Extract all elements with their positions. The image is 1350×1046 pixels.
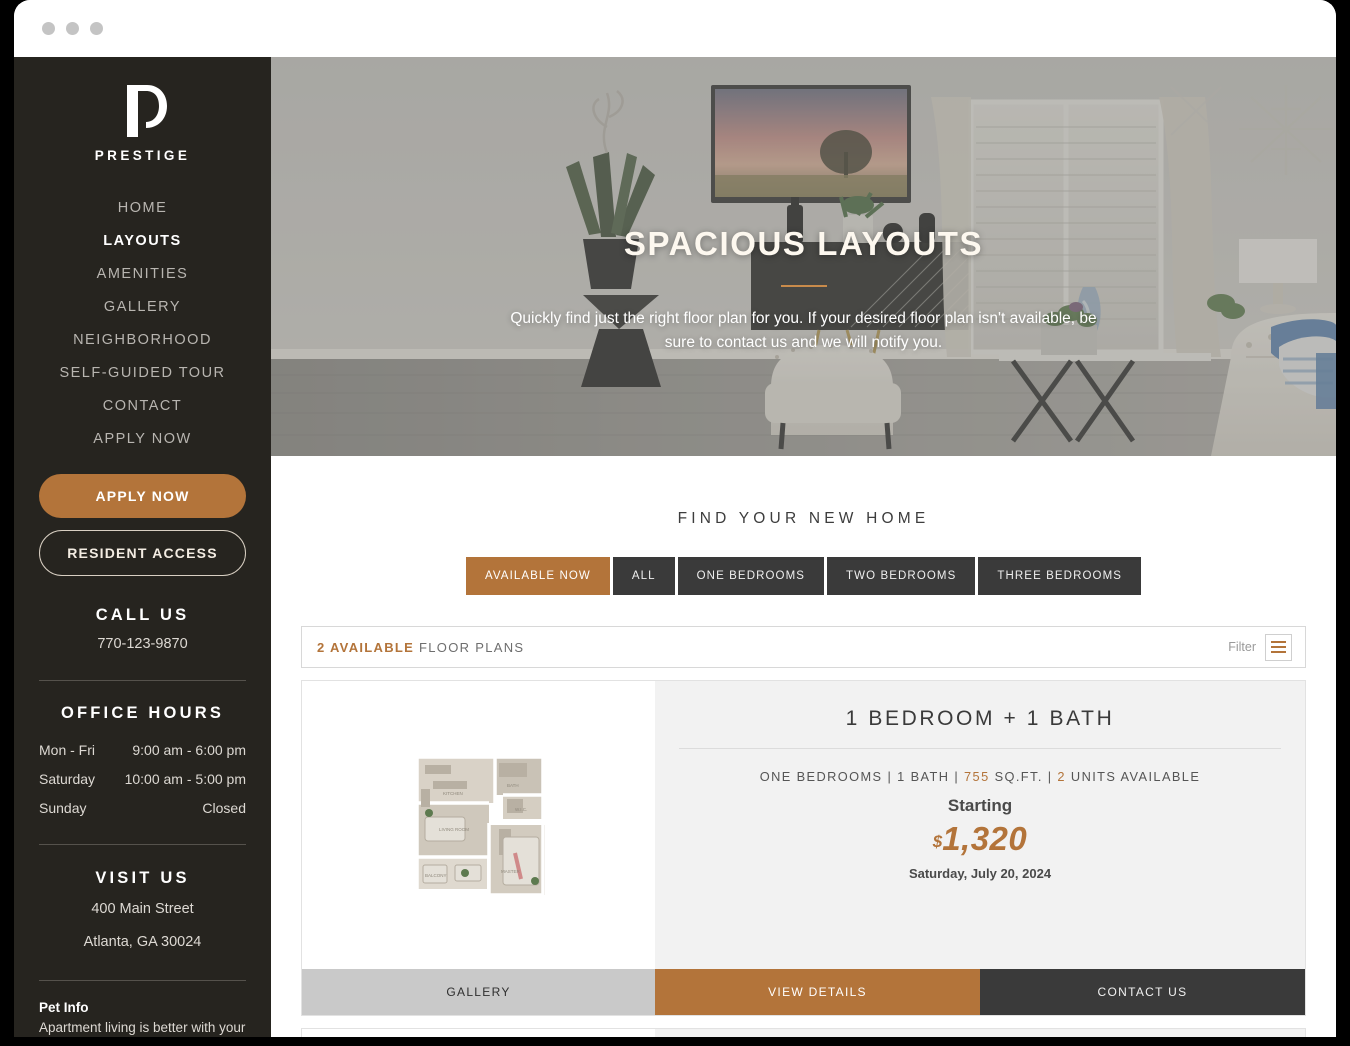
pet-info-heading: Pet Info [39, 999, 89, 1015]
office-hours-table: Mon - Fri 9:00 am - 6:00 pm Saturday 10:… [39, 735, 246, 822]
window-minimize-dot[interactable] [66, 22, 79, 35]
table-row: Saturday 10:00 am - 5:00 pm [39, 764, 246, 793]
tab-one-bedrooms[interactable]: ONE BEDROOMS [677, 557, 825, 595]
sidebar-item-amenities[interactable]: AMENITIES [39, 257, 246, 290]
svg-text:BATH: BATH [507, 783, 519, 788]
tab-two-bedrooms[interactable]: TWO BEDROOMS [827, 557, 976, 595]
floor-plan-finder: FIND YOUR NEW HOME AVAILABLE NOW ALL ONE… [271, 456, 1336, 1037]
floor-plan-info: 1 BEDROOM + 1 BATH ONE BEDROOMS | 1 BATH… [655, 681, 1305, 969]
floor-plan-thumbnail-cell[interactable]: KITCHEN LIVING ROOM BATH W.I.C. MASTER B… [302, 681, 655, 969]
floor-plan-image: KITCHEN LIVING ROOM BATH W.I.C. MASTER B… [402, 745, 555, 905]
call-us-title: CALL US [95, 606, 190, 624]
divider [39, 844, 246, 845]
floor-plan-title: 1 BEDROOM + 1 BATH [679, 707, 1281, 749]
hours-value: 9:00 am - 6:00 pm [132, 741, 246, 758]
spec-sqft-value: 755 [964, 769, 990, 784]
resident-access-button[interactable]: RESIDENT ACCESS [39, 530, 246, 576]
sidebar-item-contact[interactable]: CONTACT [39, 389, 246, 422]
floor-plan-specs: ONE BEDROOMS | 1 BATH | 755 SQ.FT. | 2 U… [759, 769, 1201, 784]
pet-info-section: Pet Info Apartment living is better with… [39, 998, 246, 1038]
hero-title: SPACIOUS LAYOUTS [623, 225, 984, 262]
hero-subtitle: Quickly find just the right floor plan f… [510, 310, 1097, 352]
divider [39, 979, 246, 981]
floor-plan-actions: GALLERY VIEW DETAILS CONTACT US [302, 969, 1305, 1015]
filter-label: Filter [1228, 640, 1256, 654]
pet-info-text-part1: Apartment living is better with your bes… [39, 1020, 246, 1036]
site-logo[interactable]: PRESTIGE [39, 57, 246, 163]
sidebar-item-self-guided-tour[interactable]: SELF-GUIDED TOUR [39, 356, 246, 389]
page-viewport: PRESTIGE HOME LAYOUTS AMENITIES GALLERY … [14, 57, 1336, 1037]
visit-us-section: VISIT US 400 Main Street Atlanta, GA 300… [39, 869, 246, 954]
sidebar-item-apply-now[interactable]: APPLY NOW [39, 422, 246, 455]
hours-day: Sunday [39, 799, 87, 816]
finder-heading: FIND YOUR NEW HOME [677, 510, 930, 527]
sidebar-item-gallery[interactable]: GALLERY [39, 290, 246, 323]
price-amount: 1,320 [942, 820, 1028, 857]
window-close-dot[interactable] [42, 22, 55, 35]
svg-text:MASTER: MASTER [501, 869, 521, 874]
spec-units-value: 2 [1057, 769, 1066, 784]
prestige-p-monogram-icon [126, 85, 167, 137]
visit-us-title: VISIT US [95, 869, 190, 887]
floor-plan-results: 2 AVAILABLE FLOOR PLANS Filter KITCHEN L… [301, 626, 1306, 1037]
availability-date: Saturday, July 20, 2024 [908, 866, 1052, 881]
main-content: SPACIOUS LAYOUTS Quickly find just the r… [271, 57, 1336, 1037]
floor-plan-price: $1,320 [679, 820, 1281, 858]
tab-all[interactable]: ALL [612, 557, 675, 595]
svg-text:W.I.C.: W.I.C. [515, 807, 527, 812]
visit-us-city: Atlanta, GA 30024 [83, 933, 202, 950]
hero-divider [780, 285, 827, 287]
gallery-button[interactable]: GALLERY [302, 969, 655, 1015]
hours-day: Mon - Fri [39, 741, 95, 758]
sidebar-item-neighborhood[interactable]: NEIGHBORHOOD [39, 323, 246, 356]
hours-day: Saturday [39, 770, 96, 787]
browser-titlebar [14, 0, 1336, 57]
hours-value: 10:00 am - 5:00 pm [124, 770, 246, 787]
sidebar: PRESTIGE HOME LAYOUTS AMENITIES GALLERY … [14, 57, 271, 1037]
tab-three-bedrooms[interactable]: THREE BEDROOMS [978, 557, 1142, 595]
floor-plan-card: KITCHEN LIVING ROOM BATH W.I.C. MASTER B… [301, 680, 1306, 1016]
filter-controls: Filter [1228, 633, 1292, 661]
svg-text:KITCHEN: KITCHEN [443, 791, 463, 796]
spec-units-label: UNITS AVAILABLE [1070, 769, 1201, 784]
divider [39, 680, 246, 681]
sidebar-nav: HOME LAYOUTS AMENITIES GALLERY NEIGHBORH… [39, 191, 246, 455]
svg-text:BALCONY: BALCONY [425, 873, 447, 878]
hamburger-filter-icon[interactable] [1265, 633, 1292, 661]
table-row: Sunday Closed [39, 793, 246, 822]
hero-content: SPACIOUS LAYOUTS Quickly find just the r… [271, 225, 1336, 355]
apply-now-button[interactable]: APPLY NOW [39, 474, 246, 518]
logo-wordmark: PRESTIGE [94, 148, 191, 163]
call-us-phone[interactable]: 770-123-9870 [39, 636, 246, 652]
visit-us-street: 400 Main Street [91, 901, 194, 917]
svg-text:LIVING ROOM: LIVING ROOM [439, 827, 469, 832]
hero-banner: SPACIOUS LAYOUTS Quickly find just the r… [271, 57, 1336, 456]
call-us-section: CALL US 770-123-9870 [39, 606, 246, 652]
sidebar-item-home[interactable]: HOME [39, 191, 246, 224]
spec-bedrooms: ONE BEDROOMS [759, 769, 883, 784]
starting-label: Starting [947, 796, 1013, 815]
floor-plan-card: 2 BEDROOMS + 2 BATHS [301, 1028, 1306, 1037]
office-hours-section: OFFICE HOURS Mon - Fri 9:00 am - 6:00 pm… [39, 704, 246, 822]
spec-sqft-unit: SQ.FT. [994, 769, 1043, 784]
available-count-text: 2 AVAILABLE FLOOR PLANS [317, 640, 524, 655]
available-count-suffix: FLOOR PLANS [414, 639, 525, 655]
browser-window: PRESTIGE HOME LAYOUTS AMENITIES GALLERY … [14, 0, 1336, 1037]
tab-available-now[interactable]: AVAILABLE NOW [465, 557, 610, 595]
contact-us-button[interactable]: CONTACT US [980, 969, 1305, 1015]
spec-baths: 1 BATH [897, 769, 950, 784]
window-maximize-dot[interactable] [90, 22, 103, 35]
view-details-button[interactable]: VIEW DETAILS [655, 969, 980, 1015]
hours-value: Closed [202, 799, 246, 816]
price-currency: $ [932, 832, 943, 851]
table-row: Mon - Fri 9:00 am - 6:00 pm [39, 735, 246, 764]
filter-bar: 2 AVAILABLE FLOOR PLANS Filter [301, 626, 1306, 668]
floor-plan-tabs: AVAILABLE NOW ALL ONE BEDROOMS TWO BEDRO… [271, 557, 1336, 595]
office-hours-title: OFFICE HOURS [60, 704, 225, 722]
floor-plan-info: 2 BEDROOMS + 2 BATHS [655, 1029, 1305, 1037]
sidebar-item-layouts[interactable]: LAYOUTS [39, 224, 246, 257]
available-count: 2 AVAILABLE [317, 639, 415, 655]
floor-plan-thumbnail-cell[interactable] [302, 1029, 655, 1037]
